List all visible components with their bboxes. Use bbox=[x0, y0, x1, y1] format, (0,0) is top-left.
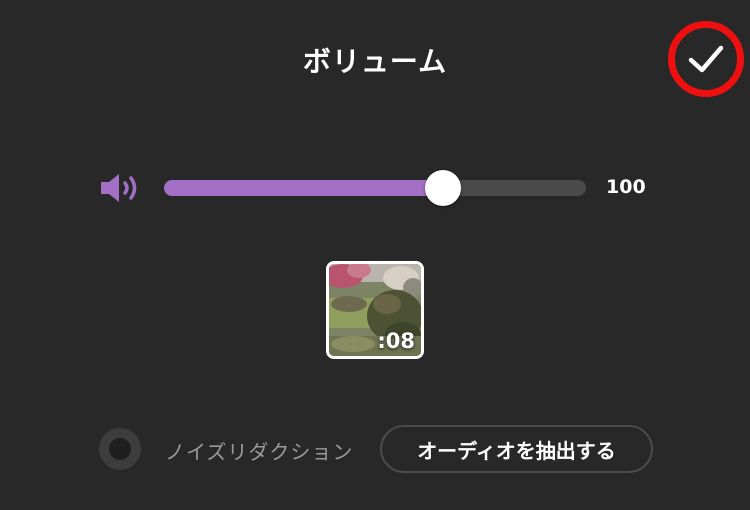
clip-duration: :08 bbox=[377, 329, 415, 353]
checkmark-icon bbox=[688, 45, 724, 73]
page-title: ボリューム bbox=[302, 45, 448, 78]
noise-reduction-toggle[interactable] bbox=[99, 428, 141, 470]
volume-slider-thumb[interactable] bbox=[424, 170, 461, 206]
volume-row: 100 bbox=[0, 164, 750, 212]
clip-thumbnail[interactable]: :08 bbox=[326, 261, 424, 359]
volume-slider-fill bbox=[164, 180, 443, 196]
confirm-button[interactable] bbox=[668, 21, 744, 97]
extract-audio-button[interactable]: オーディオを抽出する bbox=[380, 425, 653, 473]
noise-reduction-label: ノイズリダクション bbox=[165, 440, 354, 464]
noise-reduction-toggle-knob bbox=[109, 438, 131, 460]
volume-slider[interactable] bbox=[164, 170, 586, 206]
speaker-icon bbox=[101, 174, 137, 202]
volume-value: 100 bbox=[606, 176, 646, 198]
